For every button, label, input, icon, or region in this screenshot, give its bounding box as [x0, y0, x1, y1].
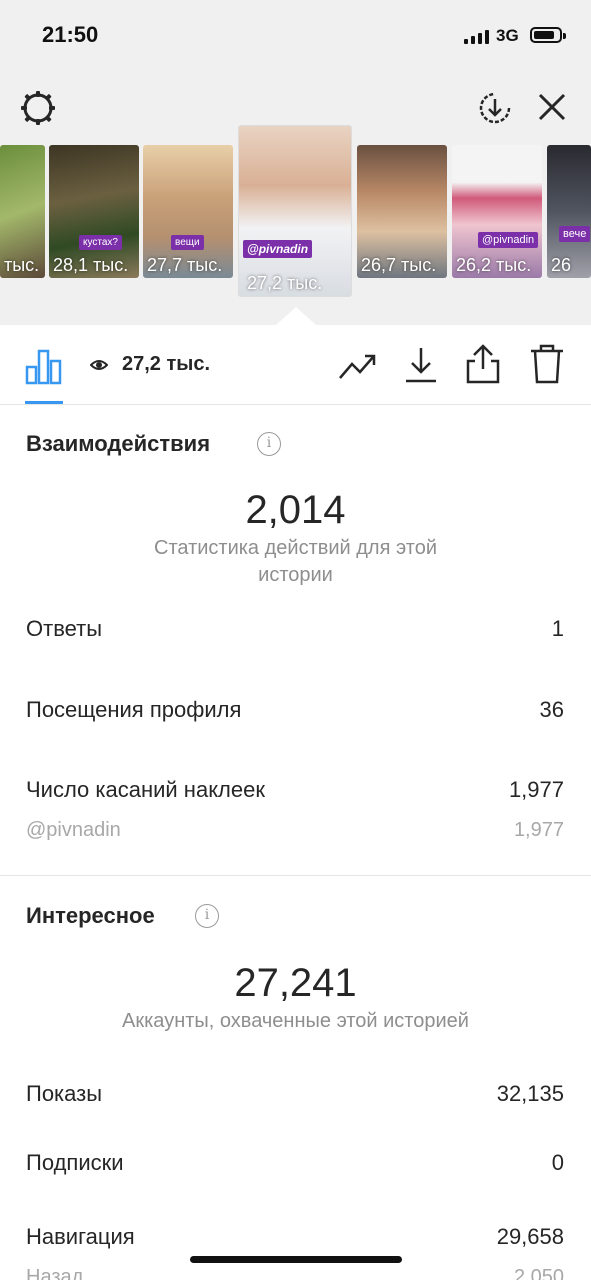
- network-type: 3G: [496, 26, 519, 45]
- follows-value: 0: [551, 1150, 564, 1175]
- thumbnail-views: 26,7 тыс.: [361, 255, 437, 275]
- sticker-taps-value: 1,977: [508, 777, 564, 802]
- thumbnail-views: 26: [551, 255, 572, 275]
- story-thumbnail[interactable]: @pivnadin 26,2 тыс.: [452, 145, 542, 278]
- story-thumbnail-strip[interactable]: тыс. кустах? 28,1 тыс. вещи 27,7 тыс. @p…: [0, 125, 591, 300]
- selected-pointer: [276, 307, 316, 325]
- views-count: 27,2 тыс.: [90, 353, 210, 376]
- settings-gear-icon[interactable]: [18, 88, 58, 128]
- sticker-mention-value: 1,977: [513, 819, 564, 841]
- status-time: 21:50: [42, 22, 99, 47]
- back-value: 2,050: [513, 1266, 564, 1280]
- reach-total: 27,241: [234, 961, 357, 1005]
- info-icon[interactable]: i: [195, 904, 219, 928]
- insights-bar-chart-icon[interactable]: [24, 347, 64, 385]
- section-divider: [0, 875, 591, 876]
- home-indicator[interactable]: [190, 1256, 402, 1263]
- reach-caption: Аккаунты, охваченные этой историей: [122, 1010, 469, 1032]
- interactions-total: 2,014: [245, 488, 346, 532]
- trending-icon[interactable]: [338, 350, 378, 382]
- interactions-caption: Статистика действий для этой истории: [154, 537, 437, 586]
- thumbnail-sticker: кустах?: [79, 235, 122, 250]
- thumbnail-sticker: @pivnadin: [243, 240, 313, 258]
- sticker-taps-label: Число касаний наклеек: [26, 777, 265, 802]
- interactions-title: Взаимодействия: [26, 431, 211, 456]
- thumbnail-views: 28,1 тыс.: [53, 255, 129, 275]
- sticker-mention-label: @pivnadin: [26, 819, 121, 841]
- views-value: 27,2 тыс.: [122, 353, 211, 375]
- status-bar: 21:50 3G: [0, 0, 591, 72]
- replies-value: 1: [551, 616, 564, 641]
- info-icon[interactable]: i: [257, 432, 281, 456]
- back-label: Назад: [26, 1266, 84, 1280]
- navigation-label: Навигация: [26, 1224, 135, 1249]
- story-thumbnail-selected[interactable]: @pivnadin 27,2 тыс.: [238, 125, 352, 297]
- eye-icon: [90, 359, 108, 370]
- impressions-value: 32,135: [496, 1081, 564, 1106]
- signal-icon: [464, 30, 490, 44]
- download-icon[interactable]: [403, 345, 439, 385]
- profile-visits-value: 36: [539, 697, 564, 722]
- close-icon[interactable]: [535, 90, 569, 124]
- story-thumbnail[interactable]: вече 26: [547, 145, 591, 278]
- battery-icon: [530, 27, 566, 43]
- thumbnail-views: 27,7 тыс.: [147, 255, 223, 275]
- story-thumbnail[interactable]: 26,7 тыс.: [357, 145, 447, 278]
- story-thumbnail[interactable]: вещи 27,7 тыс.: [143, 145, 233, 278]
- share-icon[interactable]: [464, 343, 502, 385]
- active-tab-underline: [25, 401, 63, 404]
- thumbnail-views: 27,2 тыс.: [247, 273, 323, 293]
- thumbnail-sticker: вече: [559, 226, 591, 242]
- story-thumbnail[interactable]: кустах? 28,1 тыс.: [49, 145, 139, 278]
- stories-header: 21:50 3G тыс. кустах? 28,1 тыс. вещи 27,…: [0, 0, 591, 325]
- thumbnail-sticker: @pivnadin: [478, 232, 539, 248]
- discovery-title: Интересное: [26, 903, 155, 928]
- trash-icon[interactable]: [528, 343, 566, 385]
- follows-label: Подписки: [26, 1150, 124, 1175]
- story-thumbnail[interactable]: тыс.: [0, 145, 45, 278]
- thumbnail-views: 26,2 тыс.: [456, 255, 532, 275]
- thumbnail-sticker: вещи: [171, 235, 204, 250]
- replies-label: Ответы: [26, 616, 103, 641]
- profile-visits-label: Посещения профиля: [26, 697, 242, 722]
- download-circle-icon[interactable]: [475, 88, 515, 128]
- thumbnail-views: тыс.: [4, 255, 40, 275]
- impressions-label: Показы: [26, 1081, 103, 1106]
- navigation-value: 29,658: [496, 1224, 564, 1249]
- story-actions-toolbar: 27,2 тыс.: [0, 325, 591, 405]
